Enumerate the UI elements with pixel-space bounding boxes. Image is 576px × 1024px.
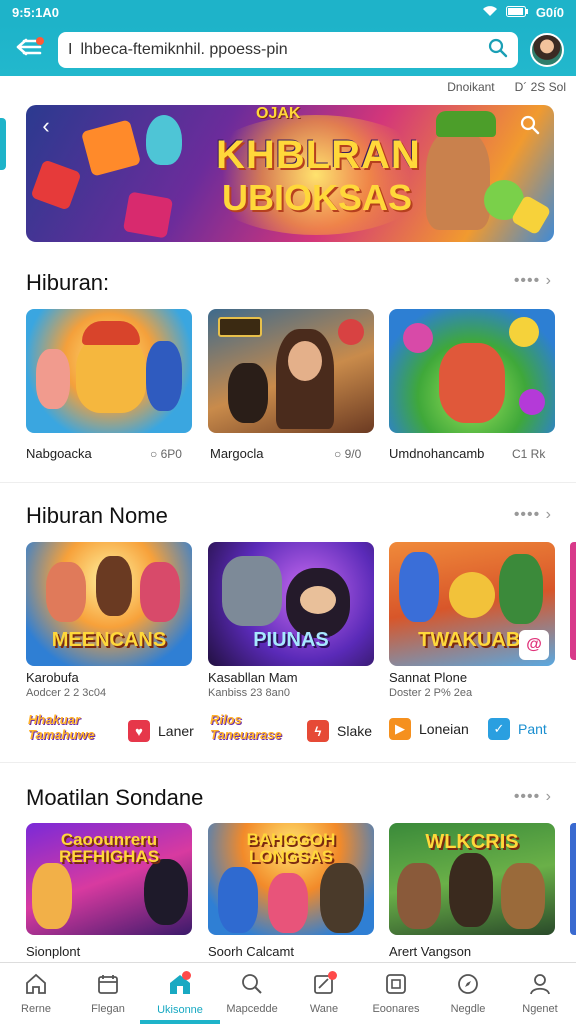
card-count: ○ 6P0 [150,447,182,461]
section-title: Hiburan: [26,270,110,295]
card-label: Karobufa [26,670,79,685]
game-card[interactable]: MEENCANS [26,542,192,666]
nav-compass[interactable]: Negdle [432,963,504,1024]
swirl-icon[interactable]: @ [519,630,549,660]
card-caption: MEENCANS [51,629,167,651]
card-label: Arert Vangson [389,944,472,959]
nav-store[interactable]: Ukisonne [144,963,216,1024]
brand-logo[interactable]: Hhakuar Tamahuwe [28,712,108,742]
bottom-nav: Rerne Flegan Ukisonne Mapcedde Wane Eoon… [0,962,576,1024]
card-sub: Kanbiss 23 8an0 [208,687,290,699]
chip-label: Slake [337,723,373,739]
home-icon [24,973,48,999]
game-card[interactable]: PIUNAS [208,542,374,666]
nav-edit[interactable]: Wane [288,963,360,1024]
more-icon[interactable]: •••• › [514,272,552,290]
meta-left: Dnoikant [447,80,495,94]
game-card[interactable] [389,309,555,433]
card-label: Umdnohancamb [389,446,485,461]
side-drawer-handle[interactable] [0,118,6,170]
card-count: ○ 9/0 [334,447,362,461]
nav-home[interactable]: Rerne [0,963,72,1024]
calendar-icon [97,973,119,999]
next-card-peek[interactable] [570,823,576,935]
divider [0,762,576,763]
game-card[interactable]: TWAKUABI @ [389,542,555,666]
game-card[interactable] [26,309,192,433]
card-sub: Doster 2 P% 2ea [389,687,473,699]
meta-row: Dnoikant D´ 2S Sol [447,80,566,94]
card-label: Nabgoacka [26,446,92,461]
notification-dot [36,37,44,45]
chip[interactable]: ✓ Pant [488,718,547,740]
nav-search[interactable]: Mapcedde [216,963,288,1024]
section-title: Hiburan Nome [26,503,168,528]
search-icon [241,973,263,999]
check-icon: ✓ [488,718,510,740]
heart-icon: ♥ [128,720,150,742]
user-icon [529,973,551,999]
card-label: Soorh Calcamt [208,944,294,959]
card-label: Sannat Plone [389,670,468,685]
search-icon[interactable] [518,115,542,139]
next-card-peek[interactable] [570,542,576,660]
chip-label: Laner [158,723,194,739]
avatar[interactable] [530,33,564,67]
notification-dot [328,971,337,980]
hero-tag: OJAK [256,105,301,122]
hero-banner[interactable]: OJAK KHBLRAN UBIOKSAS ‹ [26,105,554,242]
search-icon[interactable] [488,38,508,63]
card-caption: PIUNAS [253,629,329,651]
card-label: Margocla [210,446,264,461]
battery-icon [505,5,528,20]
chip[interactable]: ▶ Loneian [389,718,469,740]
chip[interactable]: ϟ Slake [307,720,372,742]
card-label: Kasabllan Mam [208,670,298,685]
box-icon [385,973,407,999]
card-caption: WLKCRIS [425,831,519,853]
divider [0,482,576,483]
game-card[interactable]: WLKCRIS [389,823,555,935]
card-label: Sionplont [26,944,81,959]
more-icon[interactable]: •••• › [514,788,552,806]
section-title: Moatilan Sondane [26,785,204,810]
search-bar[interactable]: I lhbeca-ftemiknhil. ppoess-pin [58,32,518,68]
chevron-left-icon[interactable]: ‹ [34,115,58,139]
hero-title-line2: UBIOKSAS [222,177,413,218]
bolt-icon: ϟ [307,720,329,742]
chip[interactable]: ♥ Laner [128,720,194,742]
chip-label: Pant [518,721,547,737]
menu-button[interactable] [12,33,46,67]
nav-box[interactable]: Eoonares [360,963,432,1024]
hero-title-line1: KHBLRAN [216,133,421,177]
nav-user[interactable]: Ngenet [504,963,576,1024]
nav-calendar[interactable]: Flegan [72,963,144,1024]
app-bar: I lhbeca-ftemiknhil. ppoess-pin [0,24,576,76]
status-bar: 9:5:1A0 G0í0 [0,0,576,24]
chip-label: Loneian [419,721,469,737]
card-caption: BAHGGOH LONGSAS [246,830,336,866]
compass-icon [457,973,479,999]
card-count: C1 Rk [512,447,546,461]
game-card[interactable] [208,309,374,433]
active-tab-indicator [140,1020,220,1024]
brand-logo[interactable]: Rilos Taneuarase [210,712,290,742]
more-icon[interactable]: •••• › [514,506,552,524]
meta-right: D´ 2S Sol [514,80,566,94]
status-time: 9:5:1A0 [12,4,59,20]
play-icon: ▶ [389,718,411,740]
card-sub: Aodcer 2 2 3c04 [26,687,107,699]
search-input[interactable]: lhbeca-ftemiknhil. ppoess-pin [80,41,480,59]
battery-text: G0í0 [535,4,564,20]
wifi-icon [482,5,498,20]
game-card[interactable]: BAHGGOH LONGSAS [208,823,374,935]
notification-dot [182,971,191,980]
card-caption: Caoounreru REFHIGHAS [58,830,160,866]
cursor-icon: I [68,41,73,58]
game-card[interactable]: Caoounreru REFHIGHAS [26,823,192,935]
